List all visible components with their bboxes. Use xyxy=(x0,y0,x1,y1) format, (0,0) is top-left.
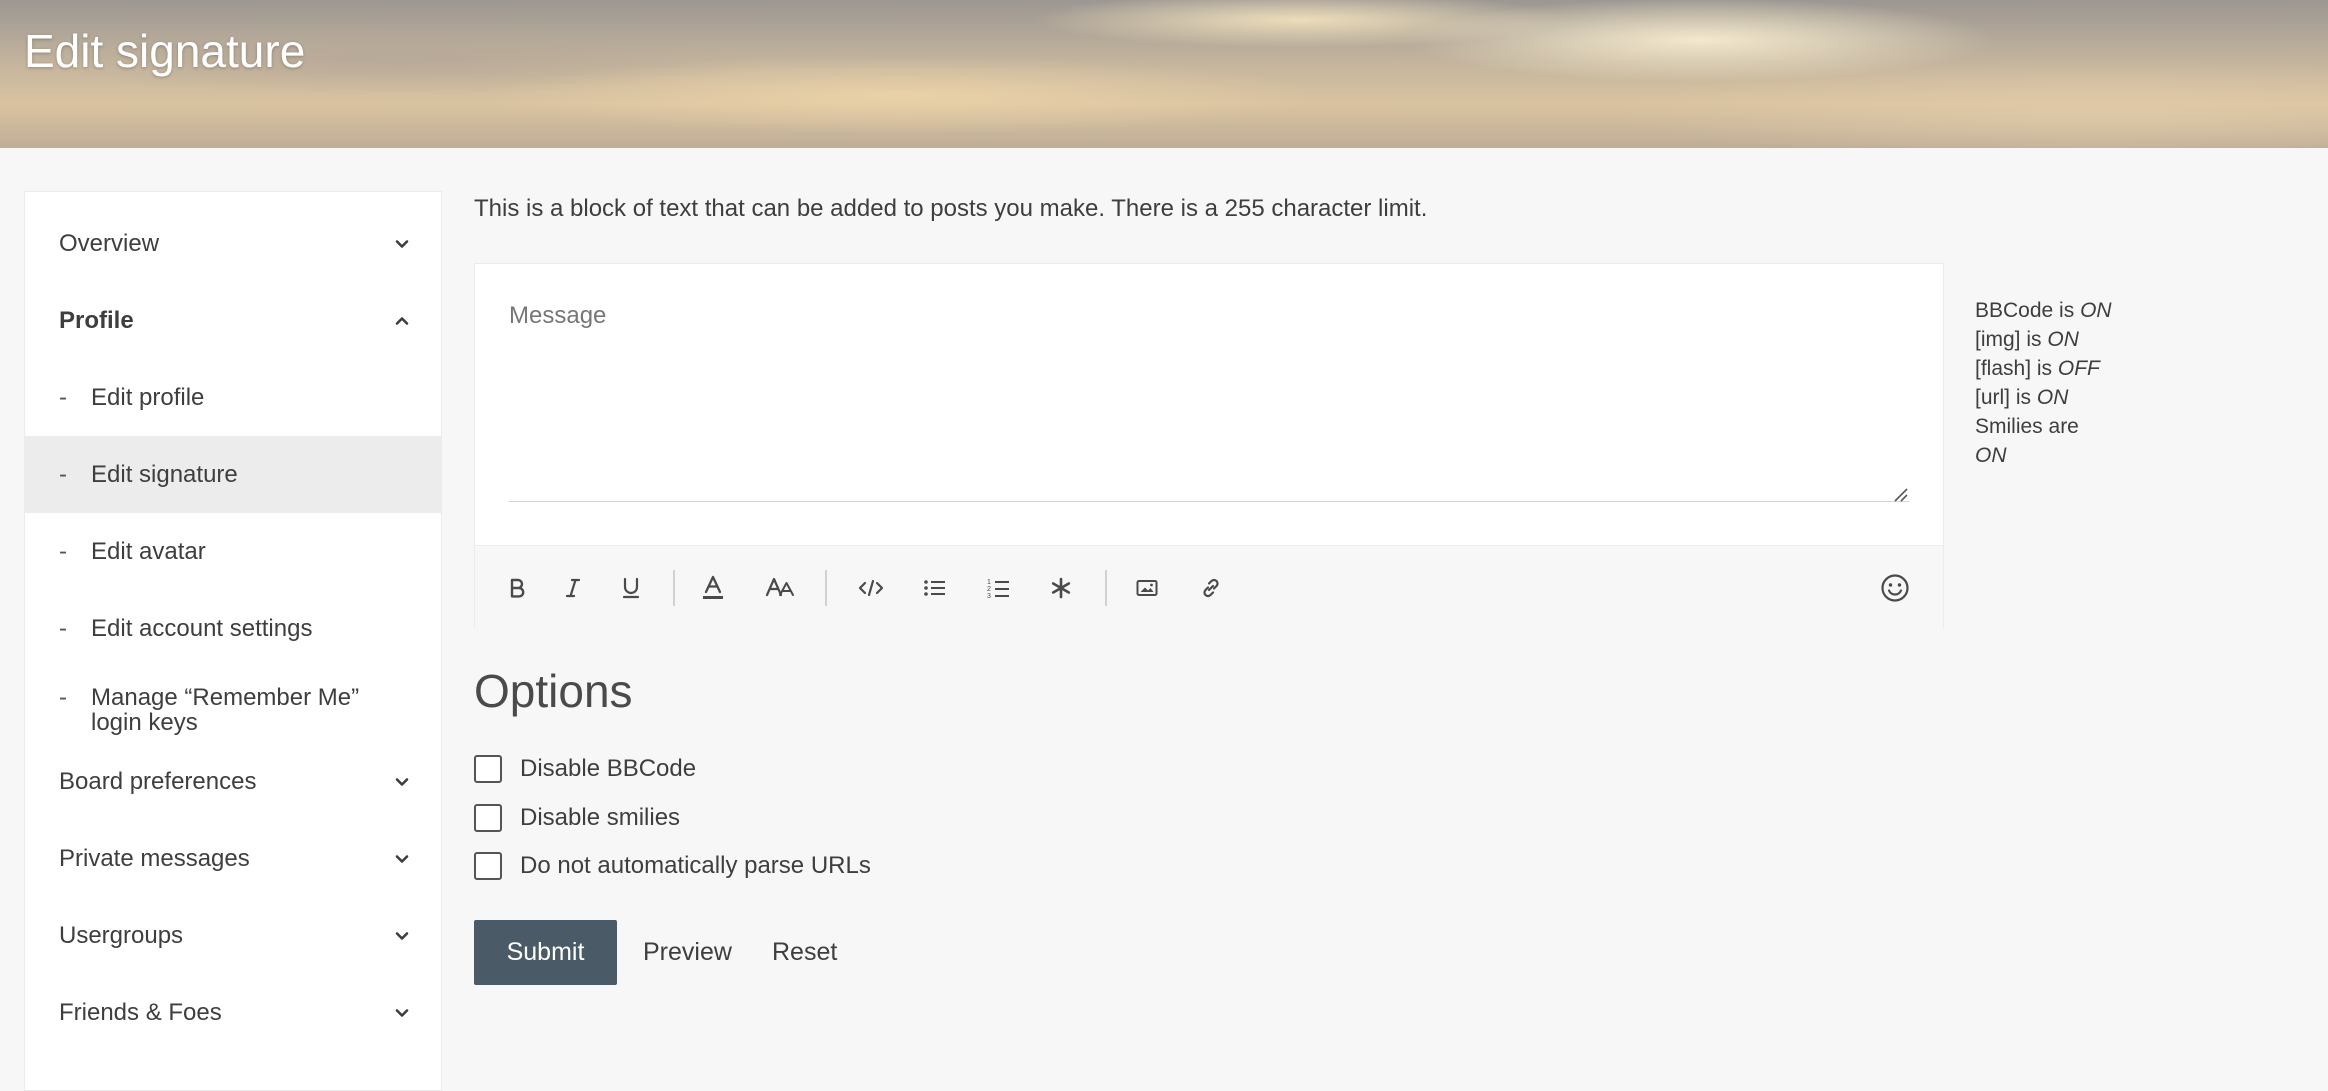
checkbox-label: Disable BBCode xyxy=(520,755,697,782)
toolbar-separator xyxy=(673,570,675,606)
disable-url-parse-checkbox[interactable] xyxy=(474,852,502,880)
underline-icon[interactable] xyxy=(611,568,651,608)
bullet-list-icon[interactable] xyxy=(915,568,955,608)
bbcode-status: BBCode is ON xyxy=(1975,299,2112,322)
sidebar-subitem-edit-avatar[interactable]: - Edit avatar xyxy=(25,513,441,590)
disable-bbcode-option[interactable]: Disable BBCode xyxy=(474,752,696,786)
img-status: [img] is ON xyxy=(1975,328,2079,351)
sidebar-subitem-edit-signature[interactable]: - Edit signature xyxy=(25,436,441,513)
italic-icon[interactable] xyxy=(553,568,593,608)
sidebar-item-profile[interactable]: Profile xyxy=(25,282,441,359)
chevron-down-icon xyxy=(395,854,409,863)
sidebar: Overview Profile - Edit profile - Edit s… xyxy=(24,191,442,1091)
bbcode-status-panel: BBCode is ON [img] is ON [flash] is OFF … xyxy=(1975,296,2112,470)
svg-text:3: 3 xyxy=(987,593,991,599)
list-dash: - xyxy=(59,684,67,711)
header-banner: Edit signature xyxy=(0,0,2328,148)
chevron-down-icon xyxy=(395,931,409,940)
numbered-list-icon[interactable]: 123 xyxy=(979,568,1019,608)
url-status: [url] is ON xyxy=(1975,386,2069,409)
options-heading: Options xyxy=(474,665,633,717)
sidebar-item-label: Profile xyxy=(59,306,134,334)
sidebar-item-label: Manage “Remember Me” login keys xyxy=(91,684,360,736)
sidebar-item-overview[interactable]: Overview xyxy=(25,205,441,282)
sidebar-item-private-messages[interactable]: Private messages xyxy=(25,820,441,897)
sidebar-item-label: Edit account settings xyxy=(91,614,313,642)
sidebar-item-label: Overview xyxy=(59,229,160,257)
disable-smilies-option[interactable]: Disable smilies xyxy=(474,801,680,835)
svg-text:1: 1 xyxy=(987,579,991,586)
sidebar-item-usergroups[interactable]: Usergroups xyxy=(25,897,441,974)
formatting-toolbar: 123 xyxy=(475,545,1943,629)
asterisk-icon[interactable] xyxy=(1041,568,1081,608)
sidebar-item-board-preferences[interactable]: Board preferences xyxy=(25,743,441,820)
disable-smilies-checkbox[interactable] xyxy=(474,804,502,832)
sidebar-item-friends-foes[interactable]: Friends & Foes xyxy=(25,974,441,1051)
toolbar-separator xyxy=(1105,570,1107,606)
font-size-icon[interactable] xyxy=(757,568,805,608)
sidebar-subitem-edit-account-settings[interactable]: - Edit account settings xyxy=(25,590,441,667)
page-title: Edit signature xyxy=(24,25,306,77)
smiley-icon[interactable] xyxy=(1875,568,1915,608)
flash-status: [flash] is OFF xyxy=(1975,357,2100,380)
sidebar-subitem-edit-profile[interactable]: - Edit profile xyxy=(25,359,441,436)
signature-editor: 123 xyxy=(474,263,1944,629)
toolbar-separator xyxy=(825,570,827,606)
sidebar-item-label: Usergroups xyxy=(59,921,184,949)
bold-icon[interactable] xyxy=(497,568,537,608)
signature-intro-text: This is a block of text that can be adde… xyxy=(474,195,1428,222)
svg-text:2: 2 xyxy=(987,586,991,593)
list-dash: - xyxy=(59,383,67,411)
sidebar-item-label: Board preferences xyxy=(59,767,257,795)
chevron-down-icon xyxy=(395,777,409,786)
link-icon[interactable] xyxy=(1191,568,1231,608)
disable-bbcode-checkbox[interactable] xyxy=(474,755,502,783)
checkbox-label: Do not automatically parse URLs xyxy=(520,852,871,879)
resize-grip-icon[interactable] xyxy=(1892,486,1908,502)
disable-url-parse-option[interactable]: Do not automatically parse URLs xyxy=(474,849,871,883)
sidebar-item-label: Private messages xyxy=(59,844,250,872)
message-textarea[interactable] xyxy=(509,294,1909,502)
sidebar-item-label: Edit profile xyxy=(91,383,205,411)
sidebar-item-label: Friends & Foes xyxy=(59,998,222,1026)
font-color-icon[interactable] xyxy=(693,568,733,608)
checkbox-label: Disable smilies xyxy=(520,804,681,831)
image-icon[interactable] xyxy=(1127,568,1167,608)
chevron-down-icon xyxy=(395,239,409,248)
list-dash: - xyxy=(59,537,67,565)
sidebar-item-label: Edit avatar xyxy=(91,537,206,565)
chevron-up-icon xyxy=(395,316,409,325)
code-icon[interactable] xyxy=(851,568,891,608)
preview-button[interactable]: Preview xyxy=(643,920,732,985)
chevron-down-icon xyxy=(395,1008,409,1017)
list-dash: - xyxy=(59,614,67,642)
submit-button[interactable]: Submit xyxy=(474,920,617,985)
reset-button[interactable]: Reset xyxy=(772,920,837,985)
smilies-status: Smilies are ON xyxy=(1975,415,2079,467)
sidebar-item-label: Edit signature xyxy=(91,460,238,488)
list-dash: - xyxy=(59,460,67,488)
